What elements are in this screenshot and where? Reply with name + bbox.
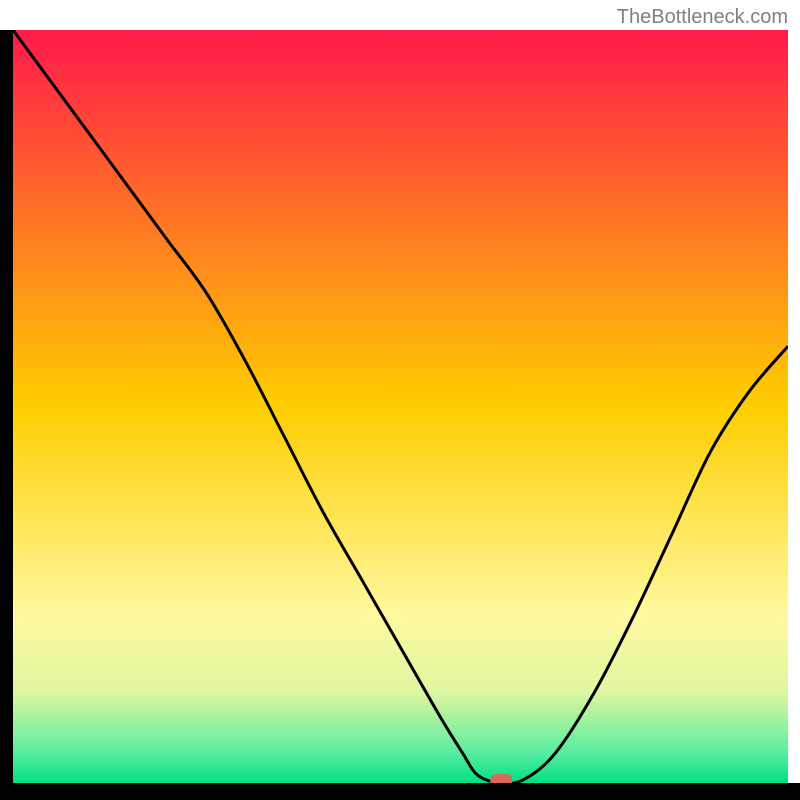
gradient-background [13,30,788,783]
chart-svg [0,0,800,800]
watermark-text: TheBottleneck.com [617,6,788,29]
chart-container: TheBottleneck.com [0,0,800,800]
x-axis-bar [0,783,800,800]
y-axis-bar [0,30,13,800]
